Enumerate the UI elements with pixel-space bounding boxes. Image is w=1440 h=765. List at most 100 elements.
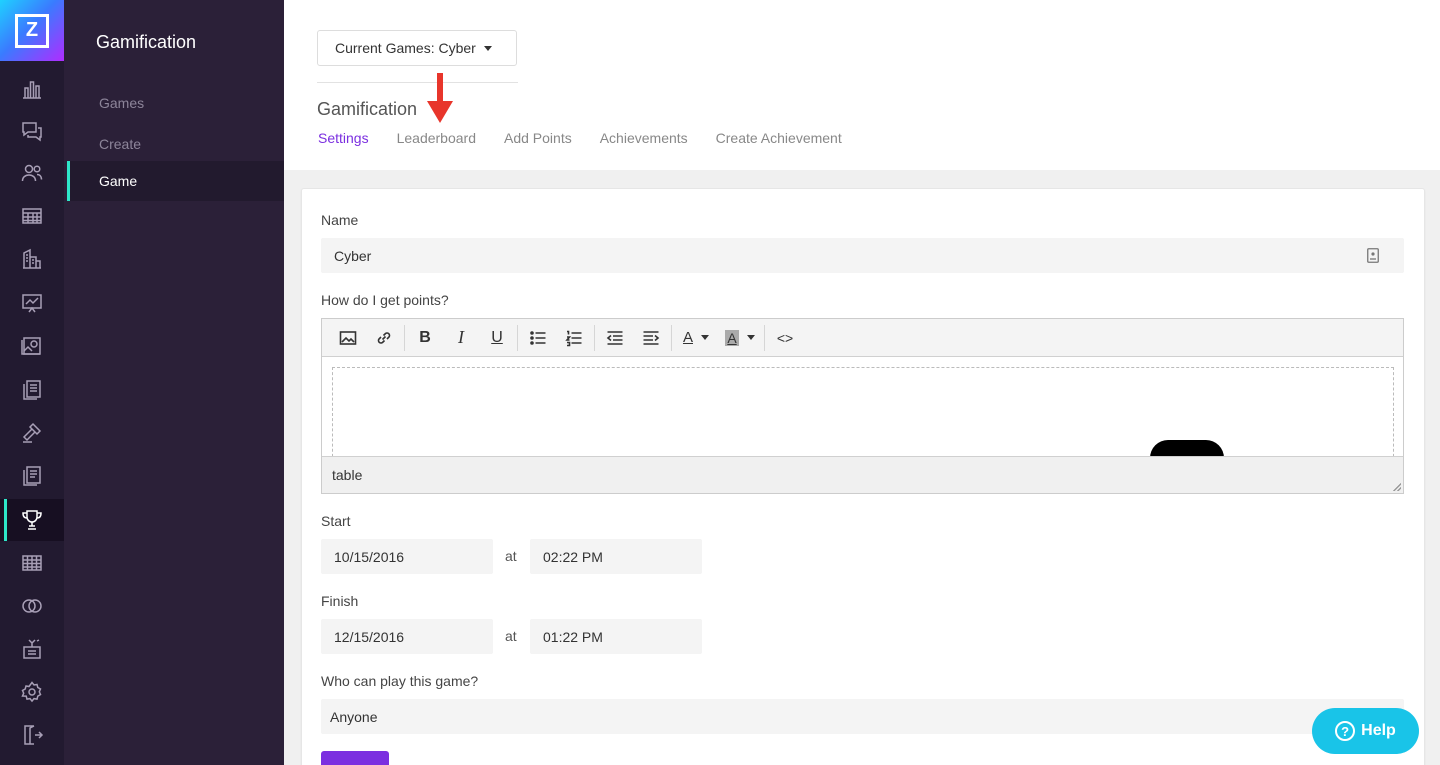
start-at-label: at [505, 548, 517, 564]
rail-grid[interactable] [0, 542, 64, 584]
underline-icon: U [491, 328, 503, 346]
editor-content-area[interactable] [322, 357, 1403, 462]
who-can-play-value: Anyone [330, 708, 378, 725]
italic-icon: I [458, 327, 464, 347]
toolbar-divider [764, 324, 765, 351]
sidebar-item-games[interactable]: Games [67, 83, 284, 123]
section-title: Gamification [96, 32, 197, 52]
rich-text-editor: B I U A A <> table [321, 318, 1404, 494]
link-icon [377, 331, 391, 344]
bold-button[interactable]: B [407, 323, 443, 353]
toolbar-divider [671, 324, 672, 351]
numbered-list-button[interactable] [556, 323, 592, 353]
text-color-button[interactable]: A [674, 323, 718, 353]
insert-link-button[interactable] [366, 323, 402, 353]
annotation-arrow-icon [427, 73, 453, 123]
save-button[interactable] [321, 751, 389, 765]
gear-icon [21, 681, 42, 703]
tab-achievements[interactable]: Achievements [600, 130, 688, 146]
indent-icon [643, 330, 660, 345]
current-games-dropdown[interactable]: Current Games: Cyber [317, 30, 517, 66]
finish-time-value: 01:22 PM [543, 628, 603, 645]
resize-handle-icon[interactable] [1393, 483, 1401, 491]
who-can-play-select[interactable]: Anyone [321, 699, 1404, 734]
section-sidebar: Gamification Games Create Game [64, 0, 284, 765]
name-label: Name [321, 212, 359, 228]
users-icon [21, 164, 43, 182]
underline-button[interactable]: U [479, 323, 515, 353]
code-icon: <> [776, 329, 794, 346]
sidebar-item-create[interactable]: Create [67, 124, 284, 164]
bullet-list-button[interactable] [520, 323, 556, 353]
outdent-button[interactable] [597, 323, 633, 353]
rail-rings[interactable] [0, 585, 64, 627]
tab-leaderboard[interactable]: Leaderboard [397, 130, 476, 146]
header-divider [317, 82, 518, 83]
tab-add-points[interactable]: Add Points [504, 130, 572, 146]
editor-toolbar: B I U A A <> [322, 319, 1403, 357]
rail-settings[interactable] [0, 671, 64, 713]
rail-notes[interactable] [0, 455, 64, 497]
contact-card-icon[interactable] [1367, 248, 1379, 263]
rail-users[interactable] [0, 152, 64, 194]
help-button[interactable]: ? Help [1312, 708, 1419, 754]
finish-date-value: 12/15/2016 [334, 628, 405, 645]
finish-time-input[interactable]: 01:22 PM [530, 619, 702, 654]
rail-documents[interactable] [0, 369, 64, 411]
trophy-icon [22, 510, 42, 530]
background-color-button[interactable]: A [718, 323, 762, 353]
help-label: Help [1361, 722, 1396, 739]
documents-icon [23, 380, 41, 400]
bold-icon: B [419, 328, 431, 346]
editor-element-path: table [332, 467, 363, 483]
insert-image-button[interactable] [330, 323, 366, 353]
question-icon: ? [1335, 721, 1356, 741]
rail-buildings[interactable] [0, 238, 64, 280]
start-date-value: 10/15/2016 [334, 548, 405, 565]
bullet-list-icon [530, 330, 546, 345]
start-time-value: 02:22 PM [543, 548, 603, 565]
toolbar-divider [404, 324, 405, 351]
gavel-icon [22, 422, 42, 443]
start-label: Start [321, 513, 351, 529]
sidebar-item-game[interactable]: Game [67, 161, 284, 201]
logout-icon [24, 725, 44, 745]
source-code-button[interactable]: <> [767, 323, 803, 353]
tab-settings[interactable]: Settings [318, 130, 369, 146]
icon-rail: Z [0, 0, 64, 765]
rail-presentation[interactable] [0, 282, 64, 324]
grid-icon [22, 555, 42, 571]
numbered-list-icon [565, 330, 582, 346]
name-input[interactable]: Cyber [321, 238, 1404, 273]
app-logo[interactable]: Z [0, 0, 64, 61]
rings-icon [22, 599, 42, 613]
editor-table-outline [332, 367, 1394, 462]
background-color-caret-icon [746, 335, 755, 340]
bar-chart-icon [23, 81, 41, 99]
rail-broadcast[interactable] [0, 628, 64, 670]
table-icon [22, 208, 42, 224]
name-value: Cyber [334, 247, 372, 264]
finish-at-label: at [505, 628, 517, 644]
start-time-input[interactable]: 02:22 PM [530, 539, 702, 574]
editor-status-bar: table [322, 456, 1403, 493]
finish-date-input[interactable]: 12/15/2016 [321, 619, 493, 654]
notes-icon [23, 466, 41, 486]
tab-create-achievement[interactable]: Create Achievement [716, 130, 842, 146]
italic-button[interactable]: I [443, 323, 479, 353]
rail-logout[interactable] [0, 714, 64, 756]
rail-chat[interactable] [0, 110, 64, 152]
logo-letter: Z [15, 13, 49, 48]
image-icon [339, 330, 357, 345]
indent-button[interactable] [633, 323, 669, 353]
background-color-icon: A [725, 329, 739, 346]
rail-table[interactable] [0, 195, 64, 237]
rail-gallery[interactable] [0, 325, 64, 367]
rail-analytics[interactable] [0, 68, 64, 110]
finish-label: Finish [321, 593, 359, 609]
text-color-icon: A [682, 329, 693, 346]
rail-gamification[interactable] [0, 499, 64, 541]
rail-gavel[interactable] [0, 412, 64, 454]
start-date-input[interactable]: 10/15/2016 [321, 539, 493, 574]
presentation-icon [22, 294, 42, 313]
